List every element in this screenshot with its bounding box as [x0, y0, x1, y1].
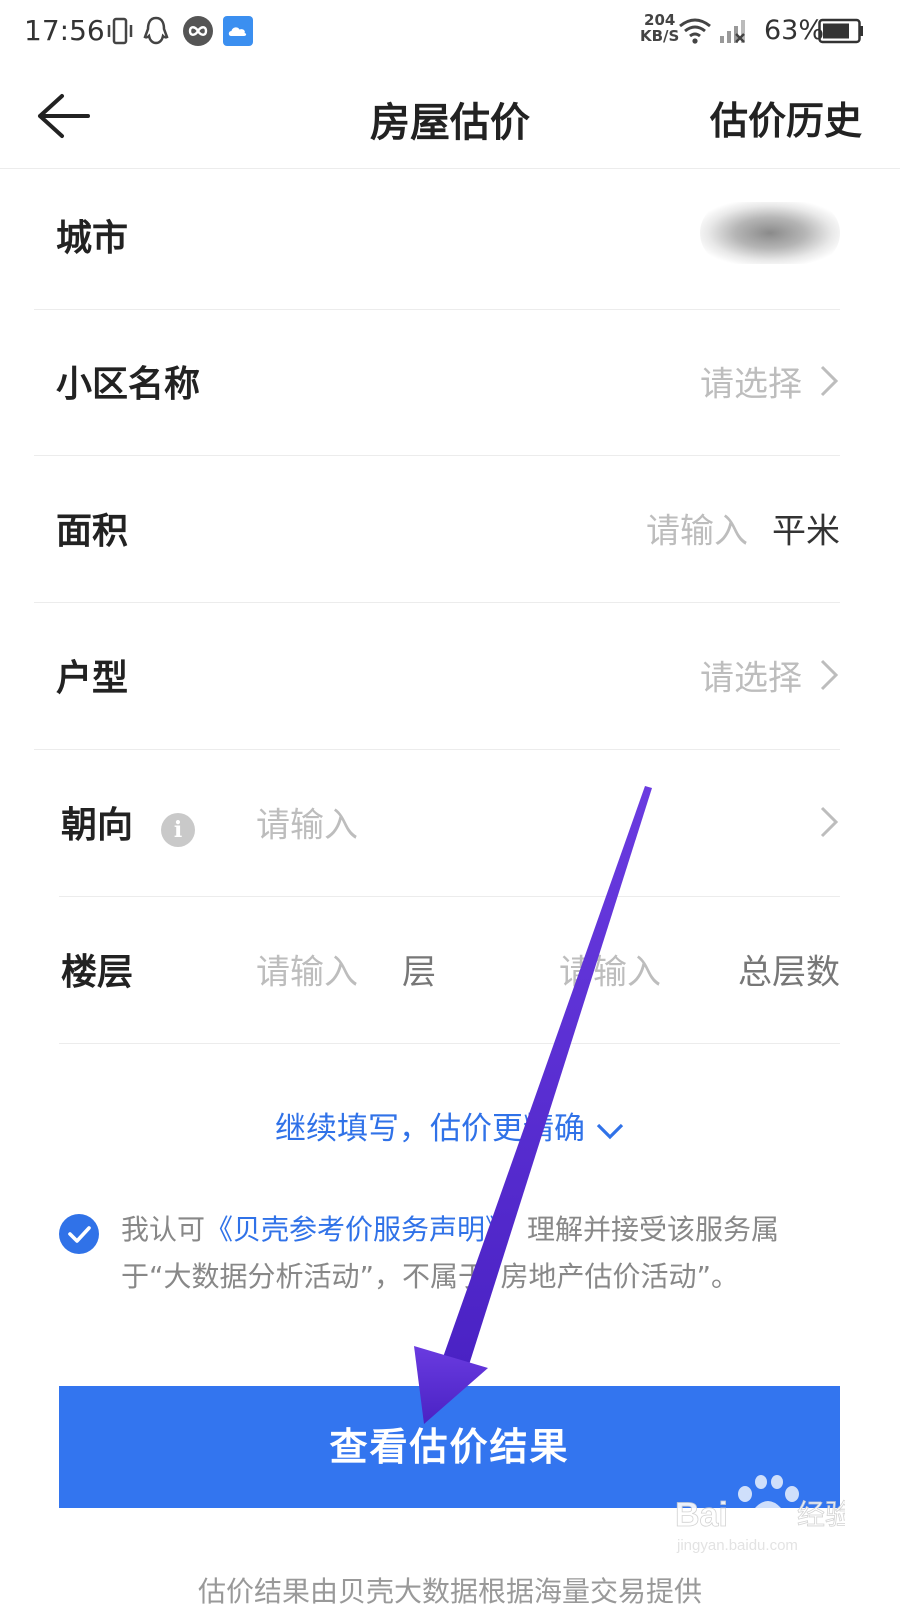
- qq-icon: [142, 14, 170, 48]
- community-label: 小区名称: [56, 363, 201, 405]
- chevron-down-icon: [596, 1123, 624, 1139]
- net-speed-unit: KB/S: [640, 27, 680, 45]
- fill-more-link[interactable]: 继续填写，估价更精确: [0, 1103, 900, 1148]
- orientation-input[interactable]: 请输入: [256, 797, 358, 846]
- total-floor-unit: 总层数: [738, 952, 840, 992]
- status-time: 17:56: [24, 14, 105, 47]
- signal-icon: [718, 14, 750, 48]
- wifi-icon: [678, 14, 712, 48]
- floor-label: 楼层: [61, 951, 134, 993]
- infinity-app-icon: [182, 14, 214, 48]
- area-unit: 平米: [772, 511, 840, 551]
- city-value-blurred: [700, 202, 840, 264]
- baidu-jingyan-watermark: Bai 经验 jingyan.baidu.com: [675, 1468, 853, 1558]
- agreement-prefix: 我认可: [121, 1213, 206, 1246]
- info-icon[interactable]: i: [161, 813, 195, 848]
- layout-label: 户型: [56, 657, 129, 699]
- vibrate-icon: [106, 14, 134, 48]
- community-row[interactable]: 小区名称 请选择: [34, 306, 840, 456]
- area-label: 面积: [56, 510, 129, 552]
- battery-icon: [818, 14, 864, 48]
- agreement-text: 我认可《贝壳参考价服务声明》，理解并接受该服务属于“大数据分析活动”，不属于“房…: [121, 1206, 841, 1300]
- net-speed: 204 KB/S: [640, 12, 679, 44]
- battery-percent: 63%: [764, 15, 825, 46]
- floor-unit: 层: [402, 952, 436, 992]
- agreement: 我认可《贝壳参考价服务声明》，理解并接受该服务属于“大数据分析活动”，不属于“房…: [59, 1206, 840, 1296]
- orientation-label: 朝向: [61, 804, 134, 846]
- service-statement-link[interactable]: 《贝壳参考价服务声明》: [205, 1213, 499, 1246]
- layout-select[interactable]: 请选择: [700, 650, 802, 699]
- city-label: 城市: [56, 217, 129, 259]
- floor-input[interactable]: 请输入: [256, 944, 358, 993]
- layout-row[interactable]: 户型 请选择: [34, 600, 840, 750]
- area-input[interactable]: 请输入: [646, 503, 748, 552]
- orientation-row[interactable]: 朝向 i 请输入: [59, 747, 840, 897]
- svg-text:经验: 经验: [797, 1498, 845, 1531]
- floor-row[interactable]: 楼层 请输入 层 请输入 总层数: [59, 894, 840, 1044]
- chevron-right-icon: [820, 659, 839, 690]
- valuation-history-link[interactable]: 估价历史: [710, 90, 862, 145]
- agreement-checkbox[interactable]: [59, 1214, 99, 1254]
- svg-text:Bai: Bai: [675, 1496, 728, 1534]
- footer-note: 估价结果由贝壳大数据根据海量交易提供: [197, 1575, 702, 1608]
- city-row[interactable]: 城市: [34, 160, 840, 310]
- total-floor-input[interactable]: 请输入: [559, 944, 661, 993]
- net-speed-value: 204: [644, 11, 676, 29]
- status-bar: 17:56 204 KB/S 63%: [0, 0, 900, 64]
- area-row[interactable]: 面积 请输入 平米: [34, 453, 840, 603]
- community-select[interactable]: 请选择: [700, 356, 802, 405]
- fill-more-label: 继续填写，估价更精确: [275, 1111, 585, 1147]
- checkmark-icon: [68, 1226, 91, 1243]
- chevron-right-icon: [820, 806, 839, 837]
- chevron-right-icon: [820, 365, 839, 396]
- nav-header: 房屋估价 估价历史: [0, 64, 900, 169]
- cloud-app-icon: [222, 14, 254, 48]
- svg-text:jingyan.baidu.com: jingyan.baidu.com: [676, 1537, 798, 1554]
